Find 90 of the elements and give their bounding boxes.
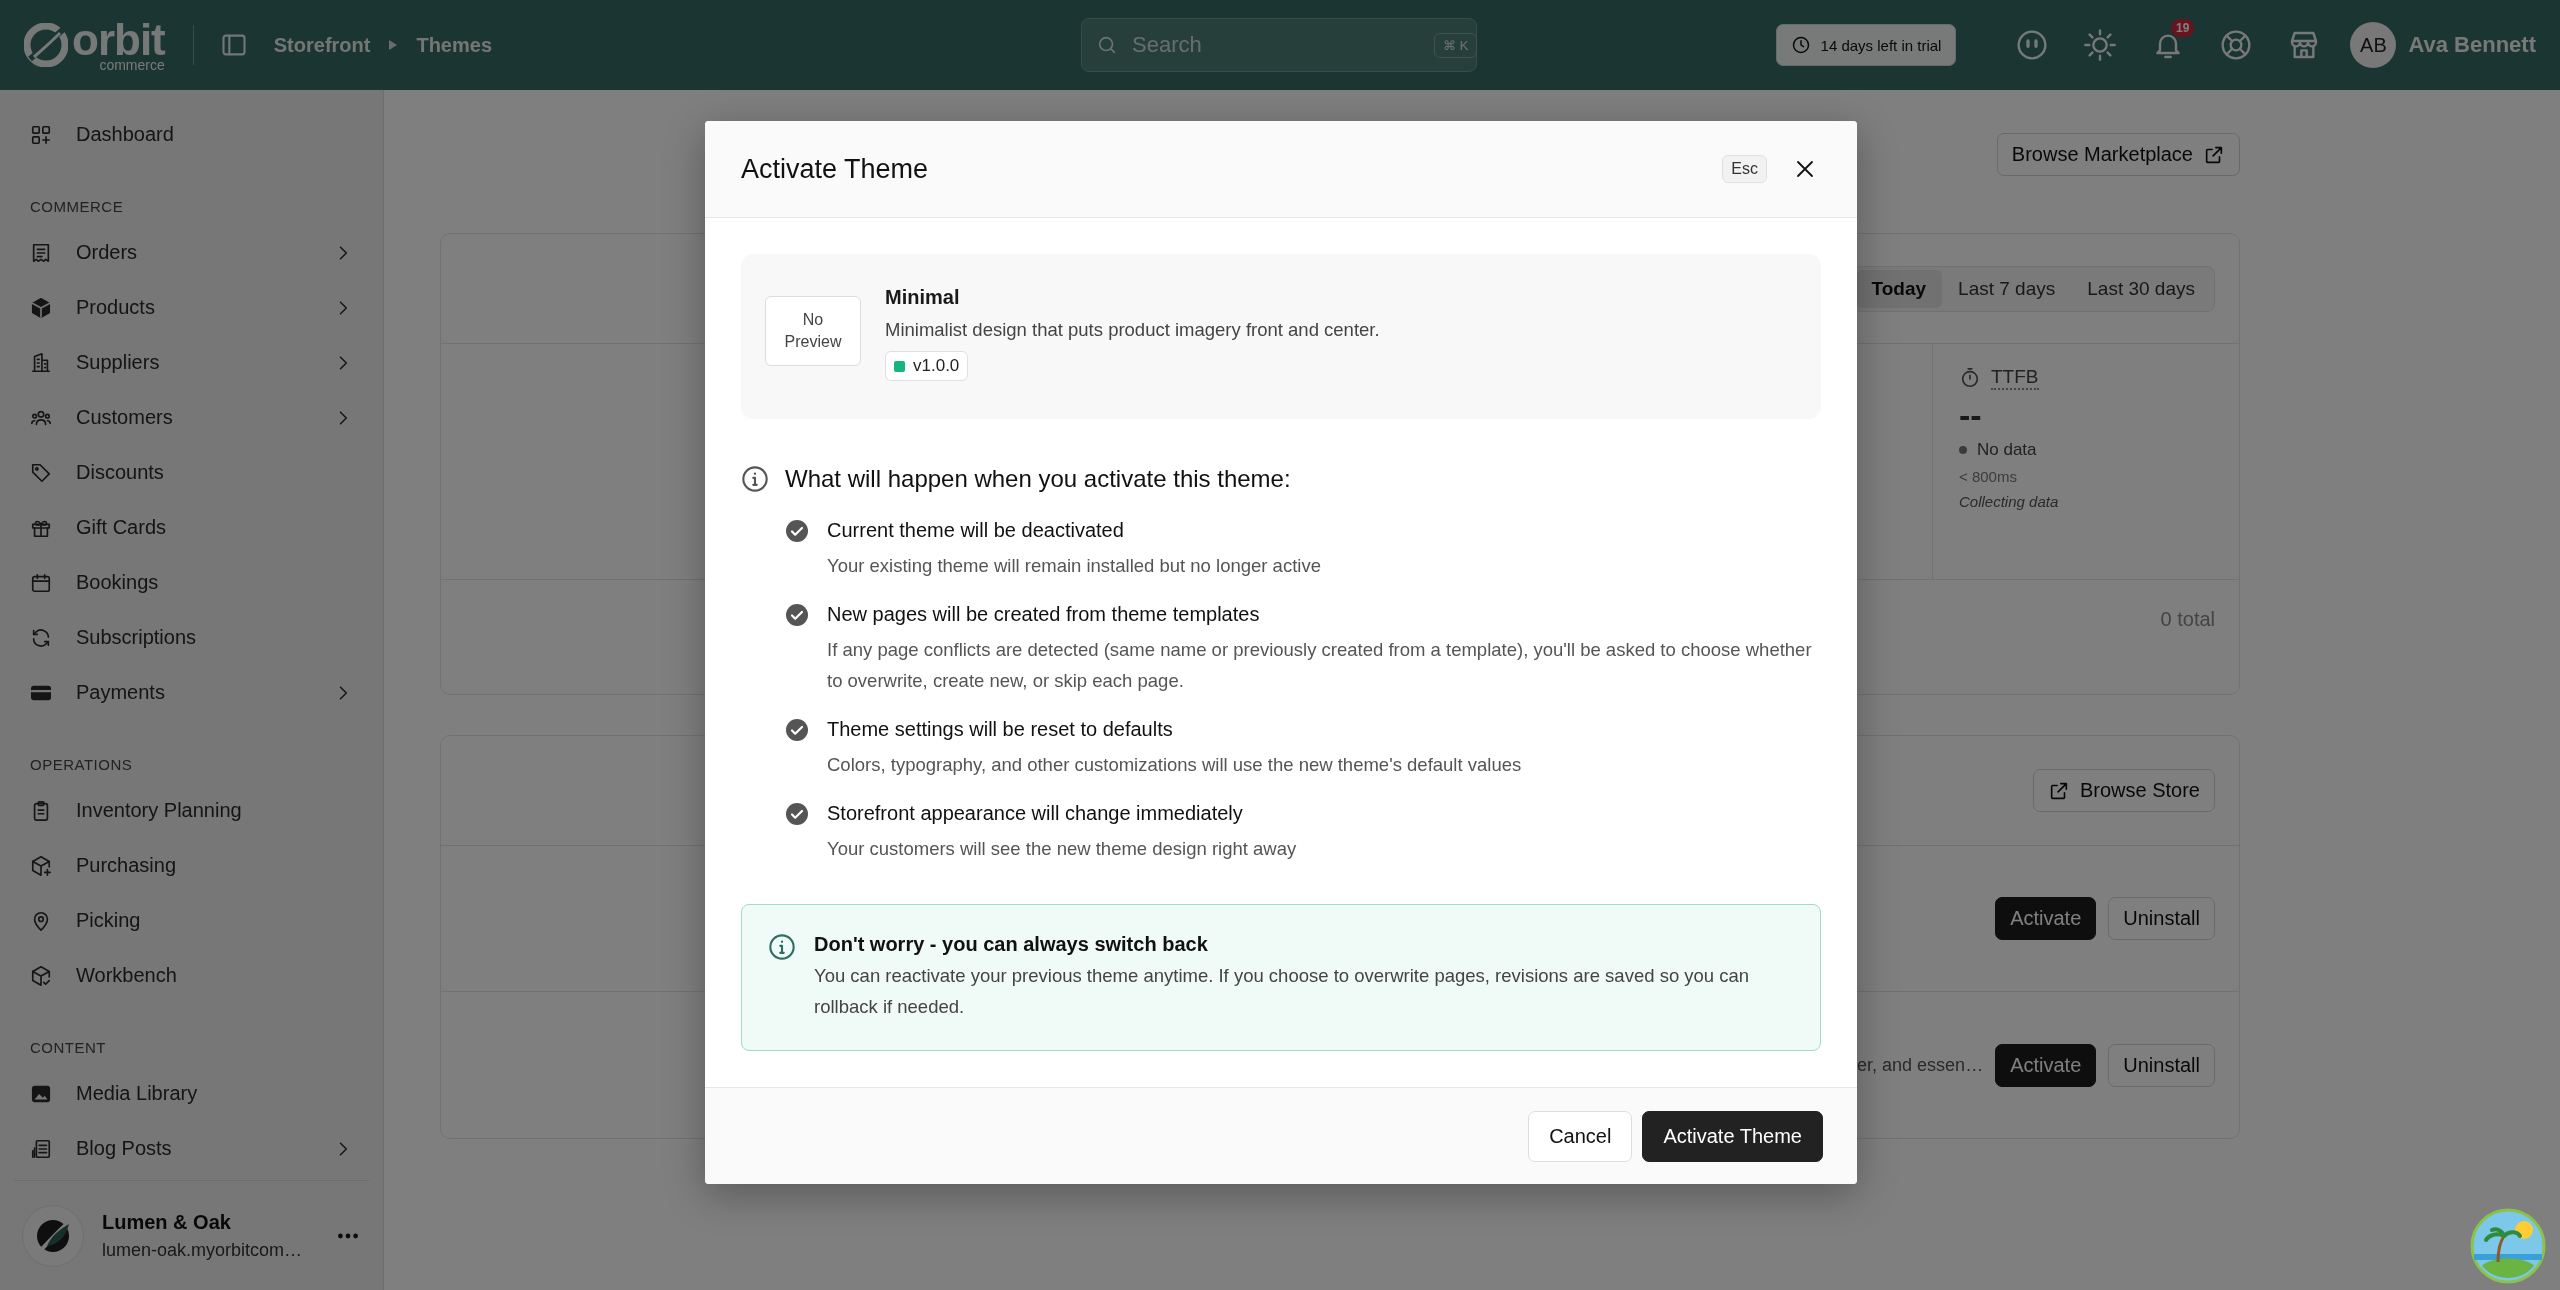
section-heading: CONTENT <box>29 1038 107 1058</box>
search-field[interactable]: Search ⌘ K <box>1081 18 1478 72</box>
sidebar-item[interactable]: Workbench <box>14 948 369 1003</box>
metric-value: -- <box>1959 398 1983 432</box>
change-detail: If any page conflicts are detected (same name or previously created from a template), you'll be asked to choose whether to overwrite, create new, or skip each page. <box>827 638 1813 693</box>
change-detail: Colors, typography, and other customizations will use the new theme's default values <box>827 753 1522 777</box>
range-tab[interactable]: Last 7 days <box>1942 269 2072 308</box>
store-name: Lumen & Oak <box>102 1210 232 1234</box>
check-circle-icon <box>785 603 809 627</box>
check-circle-icon <box>785 802 809 826</box>
metric-name: TTFB <box>1991 366 2039 390</box>
section-heading: OPERATIONS <box>29 755 134 775</box>
change-title: New pages will be created from theme templates <box>827 603 1261 626</box>
store-domain: lumen-oak.myorbitcom… <box>102 1239 304 1261</box>
sidebar-item[interactable]: Products <box>14 280 369 335</box>
sidebar-item[interactable]: Purchasing <box>14 838 369 893</box>
sidebar-item[interactable]: Inventory Planning <box>14 783 369 838</box>
section-heading: COMMERCE <box>29 197 125 217</box>
sidebar-item[interactable]: Payments <box>14 665 369 720</box>
bot-icon[interactable] <box>2016 29 2049 61</box>
metric-target: < 800ms <box>1959 468 2018 485</box>
range-tab[interactable]: Last 30 days <box>2071 269 2211 308</box>
check-circle-icon <box>785 519 809 543</box>
island-icon[interactable] <box>2470 1208 2546 1284</box>
breadcrumb-separator-icon <box>388 39 399 51</box>
sidebar-item[interactable]: Bookings <box>14 555 369 610</box>
breadcrumb-link[interactable]: Storefront <box>273 33 371 57</box>
logo-icon <box>24 23 68 67</box>
user-name[interactable]: Ava Bennett <box>2408 32 2536 58</box>
box-check-icon <box>30 964 52 987</box>
browse-marketplace-button[interactable]: Browse Marketplace <box>1996 133 2240 176</box>
keyboard-shortcut: ⌘ K <box>1434 32 1478 58</box>
range-tab[interactable]: Today <box>1855 269 1943 308</box>
metric-status: No data <box>1977 440 2037 460</box>
sidebar-item[interactable]: Media Library <box>14 1066 369 1121</box>
sidebar-item[interactable]: Subscriptions <box>14 610 369 665</box>
theme-description: Minimalist design that puts product imagery front and center. <box>885 319 1380 341</box>
breadcrumb-current[interactable]: Themes <box>416 33 493 57</box>
sidebar-item[interactable]: Orders <box>14 225 369 280</box>
change-title: Theme settings will be reset to defaults <box>827 718 1174 741</box>
box-icon <box>30 296 52 319</box>
change-title: Storefront appearance will change immediately <box>827 802 1244 825</box>
version-badge: v1.0.0 <box>885 351 969 381</box>
total-count: 0 total <box>2160 608 2215 631</box>
sidebar-item[interactable]: Suppliers <box>14 335 369 390</box>
changes-heading: What will happen when you activate this theme: <box>785 465 1291 493</box>
search-input[interactable]: Search <box>1130 31 1423 59</box>
sidebar-item[interactable]: Dashboard <box>14 107 369 162</box>
refresh-icon <box>30 626 52 649</box>
notice-title: Don't worry - you can always switch back <box>814 933 1209 956</box>
change-title: Current theme will be deactivated <box>827 519 1125 542</box>
status-dot <box>1959 446 1967 454</box>
clock-icon <box>1790 35 1811 55</box>
uninstall-button[interactable]: Uninstall <box>2108 897 2215 940</box>
uninstall-button[interactable]: Uninstall <box>2108 1043 2215 1087</box>
building-icon <box>30 351 52 374</box>
check-circle-icon <box>785 718 809 742</box>
notice-text: You can reactivate your previous theme anytime. If you choose to overwrite pages, revisions are saved so you can rollback if needed. <box>814 964 1751 1019</box>
sidebar-item[interactable]: Discounts <box>14 445 369 500</box>
lifebuoy-icon[interactable] <box>2220 29 2253 61</box>
theme-name: Minimal <box>885 286 960 309</box>
sidebar-item[interactable]: Customers <box>14 390 369 445</box>
preview-label: No Preview <box>783 309 843 352</box>
dialog-title: Activate Theme <box>741 153 930 185</box>
browse-store-button[interactable]: Browse Store <box>2032 769 2215 812</box>
calendar-icon <box>30 571 52 594</box>
escape-key-hint: Esc <box>1722 155 1767 183</box>
theme-description: er, and essen… <box>1857 1054 1984 1076</box>
sidebar-item[interactable]: Gift Cards <box>14 500 369 555</box>
change-detail: Your customers will see the new theme design right away <box>827 837 1297 861</box>
sun-icon[interactable] <box>2084 29 2117 61</box>
change-detail: Your existing theme will remain installed but no longer active <box>827 554 1321 578</box>
tag-icon <box>30 461 52 484</box>
receipt-icon <box>30 241 52 264</box>
box-plus-icon <box>30 854 52 877</box>
info-icon <box>768 933 796 961</box>
sidebar-item[interactable]: Blog Posts <box>14 1121 369 1176</box>
trial-badge[interactable]: 14 days left in trial <box>1775 24 1957 66</box>
user-avatar[interactable]: AB <box>2350 22 2397 68</box>
cancel-button[interactable]: Cancel <box>1528 1110 1633 1162</box>
metric-note: Collecting data <box>1959 493 2060 510</box>
notification-count: 19 <box>2171 19 2195 37</box>
activate-button[interactable]: Activate <box>1995 1043 2097 1087</box>
sidebar-item[interactable]: Picking <box>14 893 369 948</box>
stopwatch-icon <box>1959 367 1981 389</box>
activate-button[interactable]: Activate <box>1995 897 2097 940</box>
document-icon <box>30 1137 52 1160</box>
dashboard-icon <box>30 123 52 146</box>
info-icon <box>741 465 769 493</box>
activate-theme-button[interactable]: Activate Theme <box>1642 1110 1823 1162</box>
